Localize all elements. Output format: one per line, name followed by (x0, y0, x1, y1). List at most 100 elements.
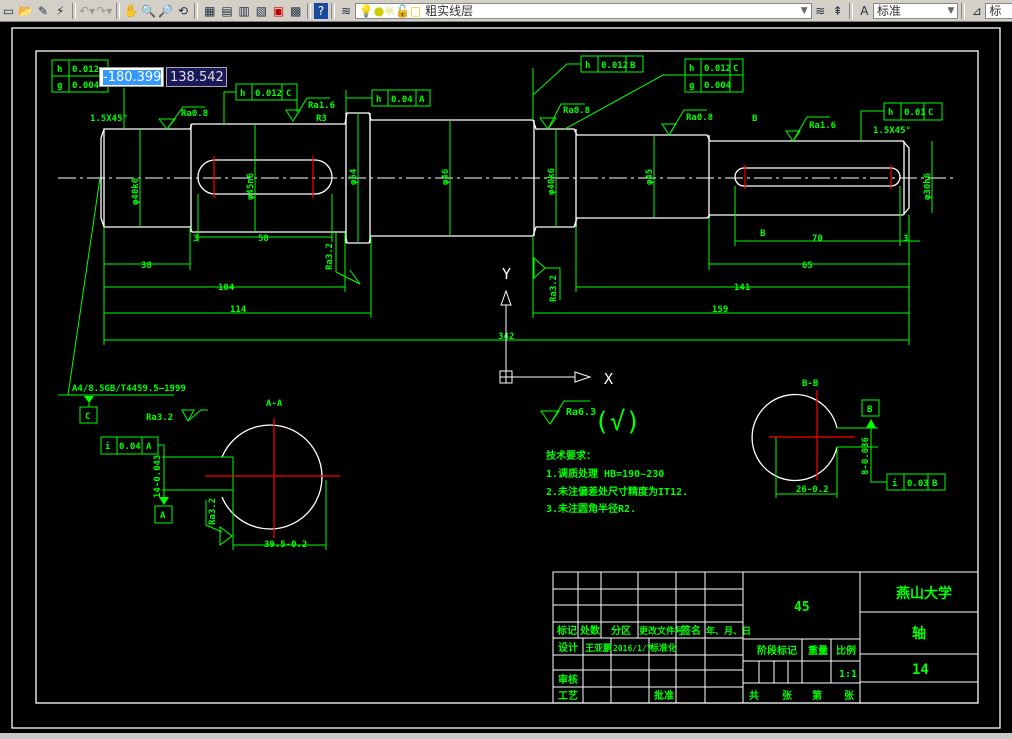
datum-b: B (867, 405, 873, 415)
redo-icon[interactable]: ↷▾ (96, 2, 113, 20)
new-icon[interactable]: ▭ (0, 2, 17, 20)
svg-text:0.012: 0.012 (255, 89, 282, 99)
dim-3-right: 3 (903, 234, 908, 244)
svg-text:B: B (932, 479, 938, 489)
tech-req-3: 3.未注圆角半径R2. (546, 502, 636, 515)
roughness-2: Ra1.6 (308, 101, 335, 111)
tb-header-zone: 分区 (611, 624, 631, 637)
svg-text:B: B (630, 61, 636, 71)
chevron-down-icon[interactable]: ▼ (947, 6, 954, 16)
svg-text:0.004: 0.004 (704, 81, 732, 91)
svg-text:h: h (57, 65, 62, 75)
tb-sheets-total: 共 (749, 689, 759, 702)
match-props-icon[interactable]: ✎ (34, 2, 51, 20)
tb-material: 45 (794, 600, 810, 615)
coord-input-x[interactable]: -180.399 (99, 67, 164, 87)
tb-standard-label: 标准化 (649, 642, 677, 654)
layer-state-icons[interactable]: 💡●☼🔓□ 粗实线层 (359, 2, 473, 19)
chamfer-left: 1.5X45° (90, 114, 128, 124)
chamfer-right: 1.5X45° (873, 126, 911, 136)
open-icon[interactable]: 📂 (17, 2, 34, 20)
zoom-window-icon[interactable]: 🔎 (157, 2, 174, 20)
coord-x-value: -180.399 (103, 69, 162, 85)
svg-text:0.012: 0.012 (704, 64, 731, 74)
tb-scale-label: 比例 (836, 644, 856, 657)
zoom-previous-icon[interactable]: ⟲ (174, 2, 191, 20)
tb-sheet-no: 第 (812, 689, 822, 702)
drawing-canvas[interactable]: 38 58 104 114 342 70 3 3 65 141 159 φ40k… (0, 22, 1012, 739)
svg-text:i: i (105, 441, 111, 452)
section-bb-key: 8-0.036 (861, 437, 871, 475)
calculator-icon[interactable]: ▩ (287, 2, 304, 20)
coord-input-y[interactable]: 138.542 (166, 67, 227, 87)
undo-icon[interactable]: ↶▾ (79, 2, 96, 20)
section-aa-width: 39.5-0.2 (264, 540, 307, 550)
svg-text:i: i (892, 478, 898, 489)
section-mark-b-bottom: B (760, 229, 766, 239)
sheet-set-icon[interactable]: ▧ (253, 2, 270, 20)
svg-text:0.004: 0.004 (72, 81, 100, 91)
dim-style-value: 标 (989, 4, 1002, 18)
dia-45: φ45 (645, 169, 655, 185)
text-style-dropdown[interactable]: 标准 ▼ (873, 2, 959, 19)
ucs-y-label: Y (502, 265, 511, 283)
svg-text:0.012: 0.012 (72, 65, 99, 75)
coord-y-value: 138.542 (170, 69, 224, 85)
section-aa-key: 14-0.043 (153, 455, 163, 498)
properties-icon[interactable]: ▦ (201, 2, 218, 20)
dim-38: 38 (141, 261, 152, 271)
dim-104: 104 (218, 283, 235, 293)
tb-date: 2016/1/7 (613, 644, 652, 653)
layer-name: 粗实线层 (425, 4, 474, 18)
svg-text:C: C (733, 64, 738, 74)
flash-icon[interactable]: ⚡ (52, 2, 69, 20)
zoom-realtime-icon[interactable]: 🔍 (140, 2, 157, 20)
svg-text:C: C (928, 108, 933, 118)
text-style-icon[interactable]: A (856, 2, 873, 20)
tb-part-name: 轴 (912, 625, 926, 642)
svg-text:g: g (57, 81, 62, 91)
dim-style-dropdown[interactable]: 标 (985, 2, 1012, 19)
svg-text:h: h (240, 89, 245, 99)
dia-bearing: φ40k6 (547, 168, 557, 195)
layer-dropdown[interactable]: 💡●☼🔓□ 粗实线层 ▼ (354, 2, 812, 19)
layer-previous-icon[interactable]: ⇞ (829, 2, 846, 20)
tb-sheets-unit1: 张 (782, 689, 793, 702)
dim-159: 159 (712, 305, 728, 315)
general-roughness: Ra6.3 (566, 407, 596, 418)
design-center-icon[interactable]: ▤ (218, 2, 235, 20)
svg-text:0.03: 0.03 (907, 479, 929, 489)
pan-icon[interactable]: ✋ (123, 2, 140, 20)
tech-req-1: 1.调质处理 HB=190~230 (546, 467, 664, 480)
dim-style-icon[interactable]: ⊿ (968, 2, 985, 20)
tb-review-label: 审核 (558, 673, 578, 686)
svg-text:0.04: 0.04 (119, 442, 141, 452)
tool-palettes-icon[interactable]: ▥ (236, 2, 253, 20)
roughness-6: Ra3.2 (325, 243, 335, 270)
dia-mid: φ46 (441, 169, 451, 185)
dim-70: 70 (812, 234, 823, 244)
tb-weight-label: 重量 (808, 644, 828, 657)
tb-designer: 王亚鹏 (585, 642, 612, 654)
make-layer-current-icon[interactable]: ≋ (812, 2, 829, 20)
dim-114: 114 (230, 305, 247, 315)
svg-text:0.012: 0.012 (601, 61, 628, 71)
roughness-1: Ra0.8 (181, 109, 208, 119)
markup-icon[interactable]: ▣ (270, 2, 287, 20)
roughness-3: Ra0.8 (563, 106, 590, 116)
tb-header-change-doc: 更改文件号 (639, 625, 684, 637)
chevron-down-icon[interactable]: ▼ (801, 6, 808, 16)
layer-manager-icon[interactable]: ≋ (338, 2, 355, 20)
help-icon[interactable]: ? (314, 2, 328, 19)
dim-3-left: 3 (193, 234, 198, 244)
roughness-4: Ra0.8 (686, 113, 713, 123)
svg-text:h: h (585, 61, 590, 71)
ucs-x-label: X (604, 370, 613, 388)
dia-keyway: φ45n6 (246, 173, 256, 200)
dim-58: 58 (258, 234, 269, 244)
tb-header-date: 年、月、日 (706, 625, 751, 637)
tb-process-label: 工艺 (558, 689, 578, 702)
tb-scale: 1:1 (839, 669, 857, 680)
tech-req-title: 技术要求： (546, 449, 596, 462)
tb-header-count: 处数 (579, 624, 601, 637)
